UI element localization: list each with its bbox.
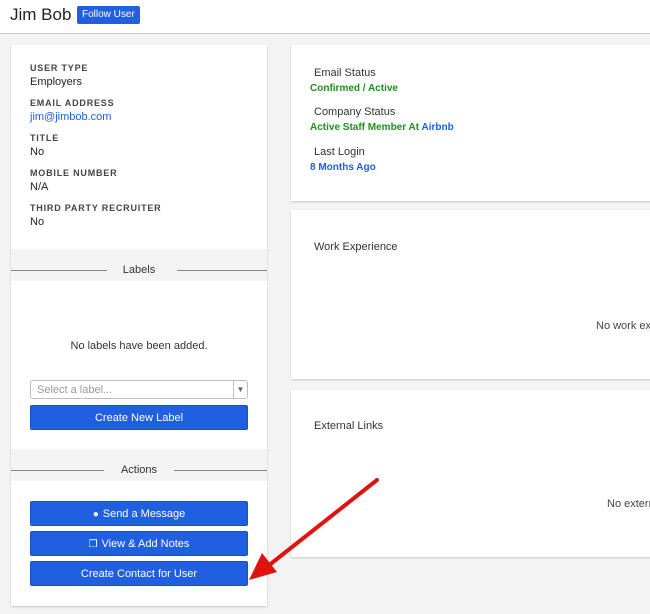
annotation-arrow — [249, 478, 379, 580]
